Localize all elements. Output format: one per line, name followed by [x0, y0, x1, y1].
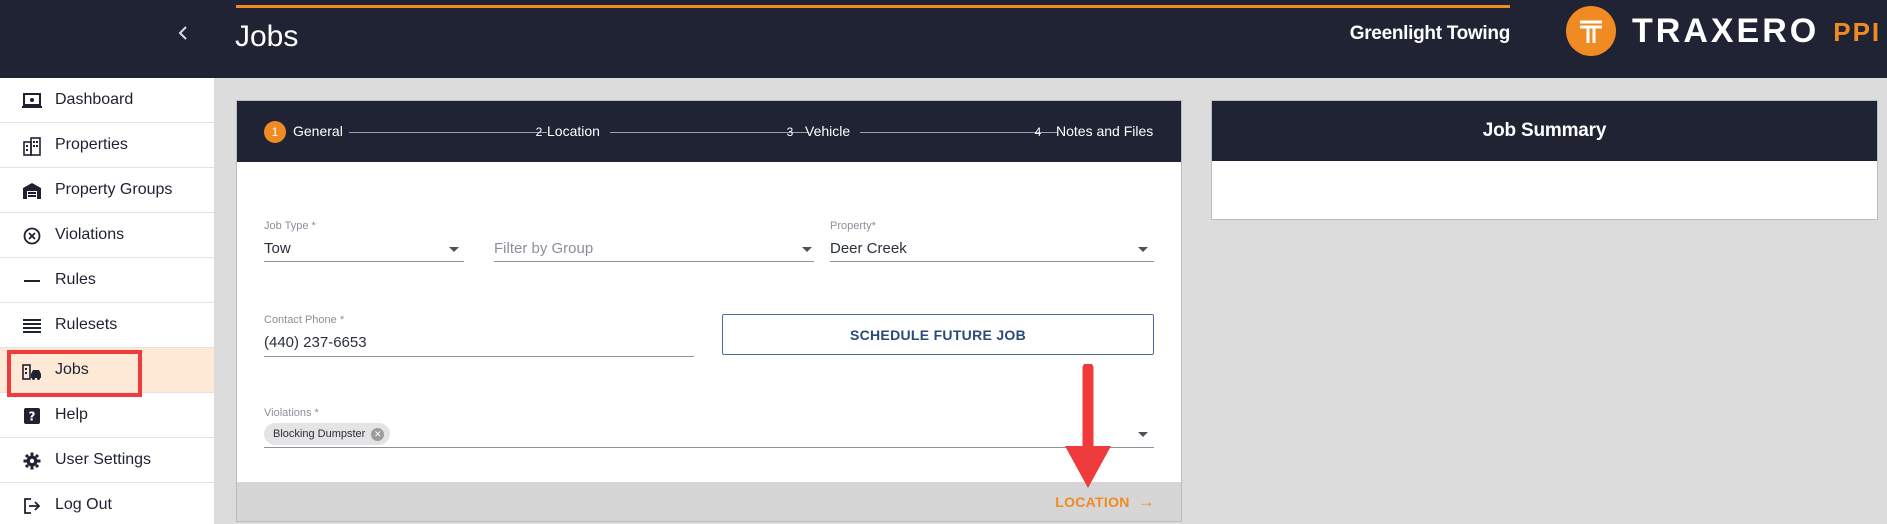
job-summary-card: Job Summary [1211, 100, 1878, 220]
sidebar-item-dashboard[interactable]: Dashboard [0, 78, 214, 123]
gear-icon [22, 451, 42, 471]
group-filter-select[interactable]: Filter by Group [494, 240, 593, 257]
stepper: 1 General 2 Location 3 Vehicle 4 Notes a… [237, 101, 1181, 162]
close-icon[interactable]: ✕ [371, 427, 385, 441]
company-name: Greenlight Towing [1349, 23, 1511, 44]
sidebar-item-log-out[interactable]: Log Out [0, 483, 214, 524]
sidebar-item-property-groups[interactable]: Property Groups [0, 168, 214, 213]
job-type-select[interactable]: Tow [264, 240, 291, 257]
logo-suffix: PPI [1833, 16, 1882, 47]
chevron-down-icon[interactable] [802, 247, 812, 252]
schedule-future-job-button[interactable]: SCHEDULE FUTURE JOB [722, 314, 1154, 355]
traxero-logo: TRAXERO PPI [1566, 6, 1881, 56]
logo-mark-icon [1566, 6, 1616, 56]
job-form-card: 1 General 2 Location 3 Vehicle 4 Notes a… [236, 100, 1182, 522]
step-connector [349, 132, 547, 133]
top-bar: Jobs Greenlight Towing TRAXERO PPI [0, 0, 1887, 78]
next-location-button[interactable]: LOCATION → [1055, 492, 1155, 512]
page-title: Jobs [235, 20, 299, 53]
circle-x-icon [22, 226, 42, 246]
accent-line [236, 5, 1510, 8]
violations-underline [264, 447, 1154, 448]
sidebar-item-rules[interactable]: Rules [0, 258, 214, 303]
sidebar-item-violations[interactable]: Violations [0, 213, 214, 258]
sidebar-item-rulesets[interactable]: Rulesets [0, 303, 214, 348]
svg-text:?: ? [29, 410, 36, 424]
job-type-underline [264, 261, 464, 262]
logo-word: TRAXERO [1632, 11, 1820, 50]
next-button-label: LOCATION [1055, 494, 1130, 510]
step-4-label[interactable]: Notes and Files [1056, 123, 1153, 139]
sidebar-item-label: Violations [55, 226, 125, 243]
contact-phone-label: Contact Phone * [264, 314, 345, 326]
violations-label: Violations * [264, 407, 319, 419]
step-3-number[interactable]: 3 [779, 121, 801, 143]
step-1-number[interactable]: 1 [264, 121, 286, 143]
contact-phone-input[interactable]: (440) 237-6653 [264, 334, 367, 351]
warehouse-icon [22, 181, 42, 201]
sidebar-item-jobs[interactable]: Jobs [0, 348, 214, 393]
list-icon [22, 316, 42, 336]
chevron-down-icon[interactable] [1138, 432, 1148, 437]
step-1-label[interactable]: General [293, 123, 343, 139]
group-filter-underline [494, 261, 814, 262]
property-underline [830, 261, 1154, 262]
property-select[interactable]: Deer Creek [830, 240, 907, 257]
job-type-label: Job Type * [264, 220, 316, 232]
property-label: Property* [830, 220, 876, 232]
sidebar: Dashboard Properties Property Groups Vio… [0, 78, 214, 524]
job-summary-title: Job Summary [1212, 101, 1877, 161]
sidebar-item-user-settings[interactable]: User Settings [0, 438, 214, 483]
collapse-sidebar-button[interactable] [168, 18, 198, 48]
chevron-left-icon [178, 26, 187, 40]
sidebar-item-label: Property Groups [55, 181, 173, 198]
logout-icon [22, 496, 42, 516]
step-3-label[interactable]: Vehicle [805, 123, 850, 139]
step-2-label[interactable]: Location [547, 123, 600, 139]
chevron-down-icon[interactable] [449, 247, 459, 252]
sidebar-item-properties[interactable]: Properties [0, 123, 214, 168]
sidebar-item-label: Dashboard [55, 91, 134, 108]
dashboard-icon [22, 91, 42, 111]
help-icon: ? [22, 406, 42, 426]
sidebar-item-label: Rules [55, 271, 96, 288]
sidebar-item-label: Properties [55, 136, 128, 153]
sidebar-item-help[interactable]: ? Help [0, 393, 214, 438]
arrow-right-icon: → [1137, 492, 1155, 511]
card-footer: LOCATION → [237, 482, 1181, 521]
violation-chip[interactable]: Blocking Dumpster ✕ [264, 423, 391, 445]
sidebar-item-label: Log Out [55, 496, 112, 513]
step-4-number[interactable]: 4 [1027, 121, 1049, 143]
violation-chip-label: Blocking Dumpster [273, 428, 366, 440]
dash-icon [22, 271, 42, 291]
chevron-down-icon[interactable] [1138, 247, 1148, 252]
contact-phone-underline [264, 356, 694, 357]
sidebar-item-label: User Settings [55, 451, 152, 468]
annotation-arrow-icon [1065, 364, 1111, 488]
buildings-icon [22, 136, 42, 156]
sidebar-item-label: Jobs [55, 361, 89, 378]
jobs-icon [22, 361, 42, 381]
sidebar-item-label: Rulesets [55, 316, 118, 333]
sidebar-item-label: Help [55, 406, 88, 423]
